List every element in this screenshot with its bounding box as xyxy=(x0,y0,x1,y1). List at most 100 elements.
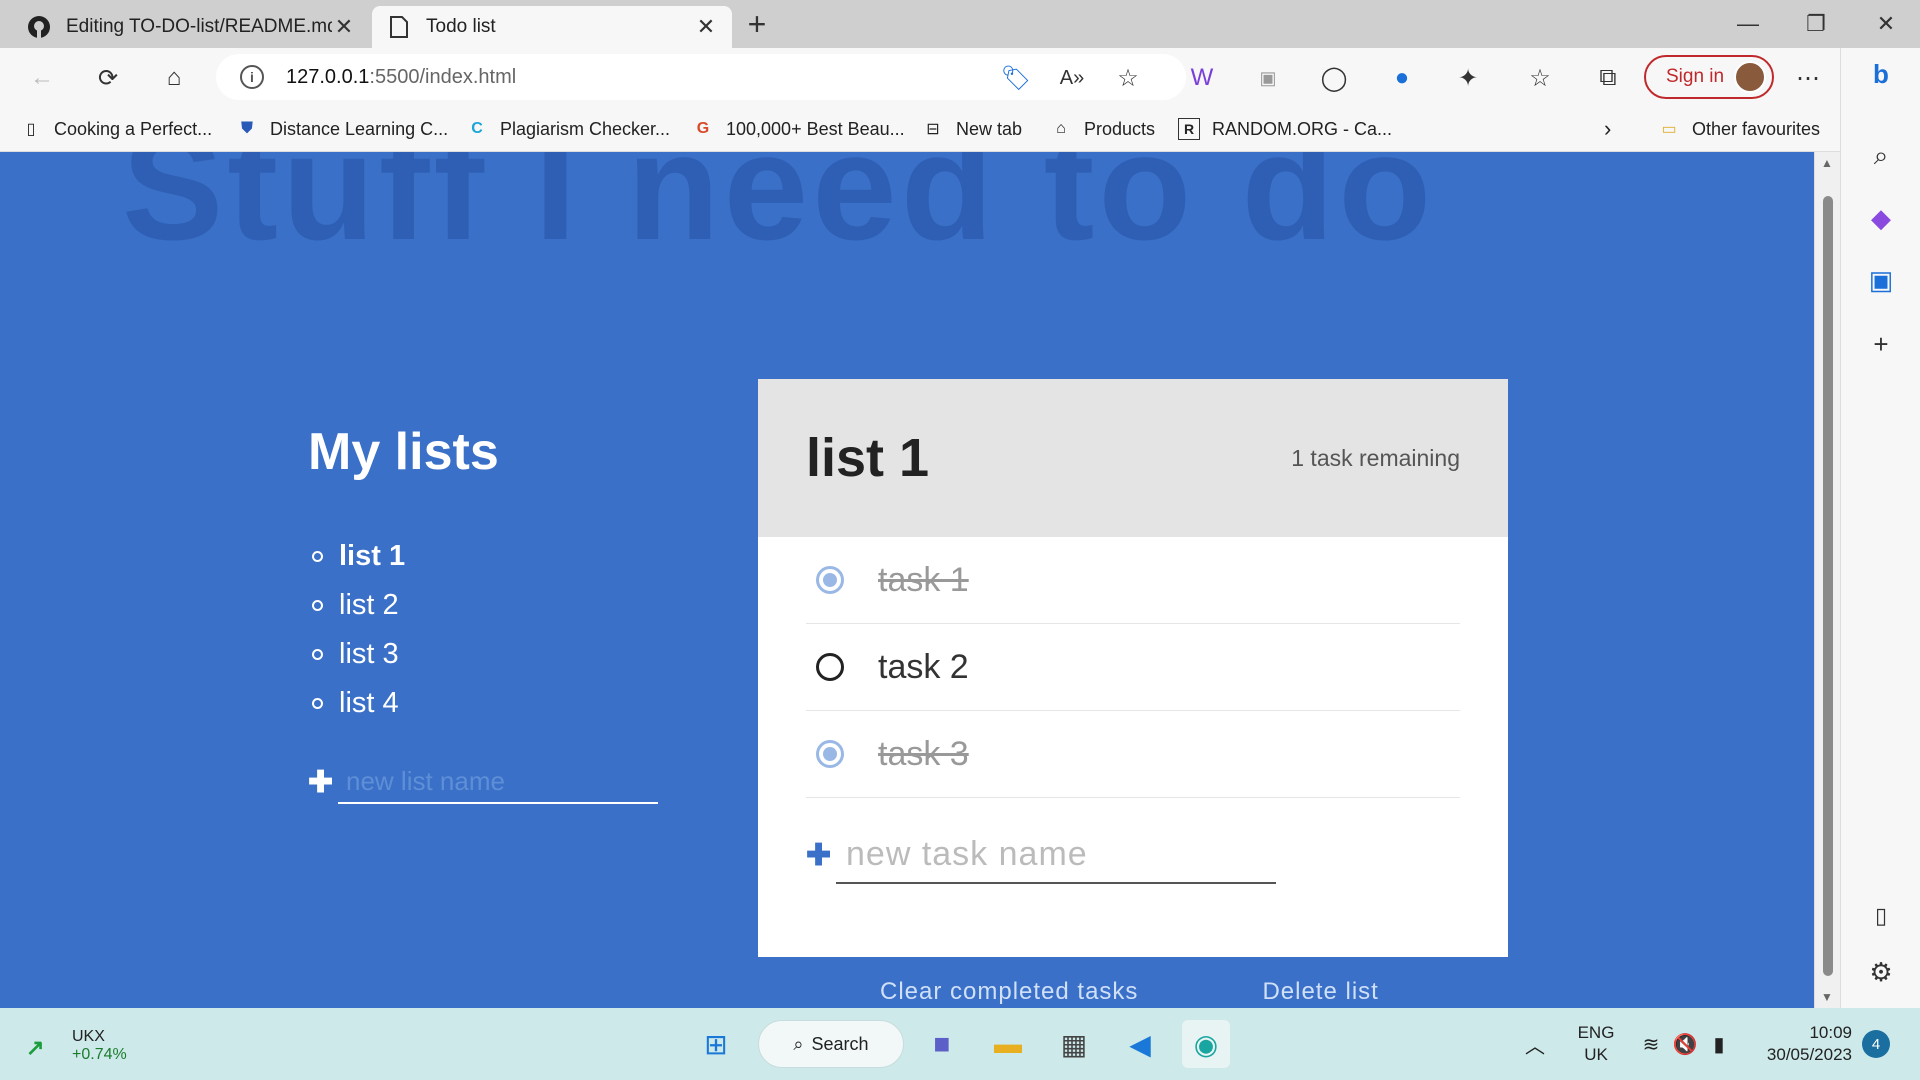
scrollbar[interactable]: ▲ ▼ xyxy=(1814,152,1840,1008)
r-logo-icon: R xyxy=(1178,118,1200,140)
scroll-up-icon[interactable]: ▲ xyxy=(1821,156,1833,170)
coupon-tag-icon[interactable]: 🏷 xyxy=(998,60,1034,96)
checkbox-checked-icon[interactable] xyxy=(816,740,844,768)
chevron-up-icon[interactable]: ︿ xyxy=(1520,1020,1550,1068)
task-item[interactable]: task 2 xyxy=(806,624,1460,711)
extensions-puzzle-icon[interactable]: ✦ xyxy=(1450,60,1486,96)
taskbar-search-button[interactable]: ⌕ Search xyxy=(758,1020,904,1068)
task-count: 1 task remaining xyxy=(1291,444,1460,471)
favourites-icon[interactable]: ☆ xyxy=(1522,60,1558,96)
file-explorer-icon[interactable]: ▬ xyxy=(984,1020,1032,1068)
address-bar[interactable]: i 127.0.0.1:5500/index.html xyxy=(216,54,1186,100)
add-favourite-icon[interactable]: ☆ xyxy=(1110,60,1146,96)
search-icon[interactable]: ⌕ xyxy=(1859,134,1903,178)
teams-icon[interactable]: ■ xyxy=(918,1020,966,1068)
bookmark-label: Cooking a Perfect... xyxy=(54,118,213,139)
bookmark-products[interactable]: ⌂ Products xyxy=(1050,114,1155,144)
folder-icon: ▭ xyxy=(1661,121,1677,138)
copilot-icon[interactable]: ◆ xyxy=(1859,196,1903,240)
sidebar-toggle-icon[interactable]: ▯ xyxy=(1859,894,1903,938)
vscode-icon[interactable]: ◀ xyxy=(1116,1020,1164,1068)
bookmark-plagiarism[interactable]: C Plagiarism Checker... xyxy=(466,114,670,144)
battery-icon[interactable]: ▮ xyxy=(1704,1020,1734,1068)
ticker-change: +0.74% xyxy=(72,1046,127,1063)
store-icon[interactable]: ▦ xyxy=(1050,1020,1098,1068)
address-path: :5500/index.html xyxy=(369,65,517,88)
other-favourites[interactable]: ▭ Other favourites xyxy=(1658,114,1820,144)
home-icon[interactable]: ⌂ xyxy=(156,60,192,96)
clear-completed-button[interactable]: Clear completed tasks xyxy=(880,978,1138,1006)
page-content: Stuff I need to do My lists list 1 list … xyxy=(0,152,1814,1008)
list-label: list 4 xyxy=(339,687,399,719)
back-icon[interactable]: ← xyxy=(24,60,60,96)
sign-in-button[interactable]: Sign in xyxy=(1644,55,1774,99)
wifi-icon[interactable]: ≋ xyxy=(1636,1020,1666,1068)
collections-icon[interactable]: ⧉ xyxy=(1590,60,1626,96)
ticker-symbol: UKX xyxy=(72,1028,105,1045)
close-icon[interactable]: ✕ xyxy=(332,14,356,40)
speaker-muted-icon[interactable]: 🔇 xyxy=(1670,1020,1700,1068)
extension-circle-icon[interactable]: ◯ xyxy=(1316,60,1352,96)
scroll-down-icon[interactable]: ▼ xyxy=(1821,990,1833,1004)
bookmarks-bar: ▯ Cooking a Perfect... ⛊ Distance Learning… xyxy=(0,106,1920,152)
edge-sidebar: b ⌕ ◆ ▣ + ▯ ⚙ xyxy=(1840,48,1920,1008)
windows-start-icon[interactable]: ⊞ xyxy=(692,1020,740,1068)
bing-icon[interactable]: b xyxy=(1859,52,1903,96)
task-item[interactable]: task 3 xyxy=(806,711,1460,798)
other-favourites-label: Other favourites xyxy=(1692,118,1821,139)
close-icon[interactable]: ✕ xyxy=(694,14,718,40)
bookmark-random-org[interactable]: R RANDOM.ORG - Ca... xyxy=(1178,114,1392,144)
list-item[interactable]: list 2 xyxy=(308,581,405,630)
card-actions: Clear completed tasks Delete list xyxy=(880,978,1379,1006)
lists-list: list 1 list 2 list 3 list 4 xyxy=(308,532,405,728)
taskbar: ↗ UKX +0.74% ⊞ ⌕ Search ■ ▬ ▦ ◀ ◉ ︿ ENG … xyxy=(0,1008,1920,1080)
extension-w-icon[interactable]: W xyxy=(1184,60,1220,96)
clock[interactable]: 10:09 30/05/2023 xyxy=(1752,1020,1852,1068)
new-list-form: ✚ xyxy=(308,760,658,804)
read-aloud-icon[interactable]: A» xyxy=(1054,60,1090,96)
notification-badge[interactable]: 4 xyxy=(1862,1030,1890,1058)
task-item[interactable]: task 1 xyxy=(806,537,1460,624)
info-icon[interactable]: i xyxy=(240,65,264,89)
bookmark-new-tab[interactable]: ⊟ New tab xyxy=(922,114,1022,144)
task-label: task 1 xyxy=(878,560,969,599)
new-tab-button[interactable]: + xyxy=(740,8,774,42)
list-item[interactable]: list 1 xyxy=(308,532,405,581)
tab-todo-list[interactable]: Todo list ✕ xyxy=(372,6,732,48)
google-icon: G xyxy=(696,120,710,137)
new-list-input[interactable] xyxy=(338,760,658,804)
task-label: task 2 xyxy=(878,647,969,686)
restore-icon[interactable]: ❐ xyxy=(1792,8,1840,40)
list-item[interactable]: list 3 xyxy=(308,630,405,679)
outlook-icon[interactable]: ▣ xyxy=(1859,258,1903,302)
checkbox-icon[interactable] xyxy=(816,653,844,681)
extension-blue-icon[interactable]: ● xyxy=(1384,60,1420,96)
plus-icon[interactable]: ✚ xyxy=(806,838,836,873)
scroll-thumb[interactable] xyxy=(1823,196,1833,976)
edge-browser-icon[interactable]: ◉ xyxy=(1182,1020,1230,1068)
minimize-icon[interactable]: — xyxy=(1724,8,1772,40)
task-label: task 3 xyxy=(878,734,969,773)
settings-gear-icon[interactable]: ⚙ xyxy=(1859,950,1903,994)
bullet-icon xyxy=(312,649,323,660)
chevron-right-icon[interactable]: › xyxy=(1604,114,1611,144)
extension-grey-icon[interactable]: ▣ xyxy=(1250,60,1286,96)
bookmark-beau[interactable]: G 100,000+ Best Beau... xyxy=(692,114,905,144)
close-window-icon[interactable]: ✕ xyxy=(1862,8,1910,40)
bookmark-cooking[interactable]: ▯ Cooking a Perfect... xyxy=(20,114,213,144)
delete-list-button[interactable]: Delete list xyxy=(1262,978,1378,1006)
background-title: Stuff I need to do xyxy=(122,152,1436,272)
new-task-input[interactable] xyxy=(836,826,1276,884)
bookmark-distance-learning[interactable]: ⛊ Distance Learning C... xyxy=(236,114,448,144)
language-indicator[interactable]: ENG UK xyxy=(1566,1020,1626,1068)
tab-readme[interactable]: Editing TO-DO-list/README.md ✕ xyxy=(12,6,370,48)
stock-ticker[interactable]: ↗ UKX +0.74% xyxy=(26,1022,127,1070)
page-icon: ▯ xyxy=(26,121,36,138)
plus-icon[interactable]: ✚ xyxy=(308,765,338,800)
bookmark-label: RANDOM.ORG - Ca... xyxy=(1212,118,1393,139)
list-item[interactable]: list 4 xyxy=(308,679,405,728)
checkbox-checked-icon[interactable] xyxy=(816,566,844,594)
refresh-icon[interactable]: ⟳ xyxy=(90,60,126,96)
add-icon[interactable]: + xyxy=(1859,322,1903,366)
more-icon[interactable]: ⋯ xyxy=(1790,60,1826,96)
